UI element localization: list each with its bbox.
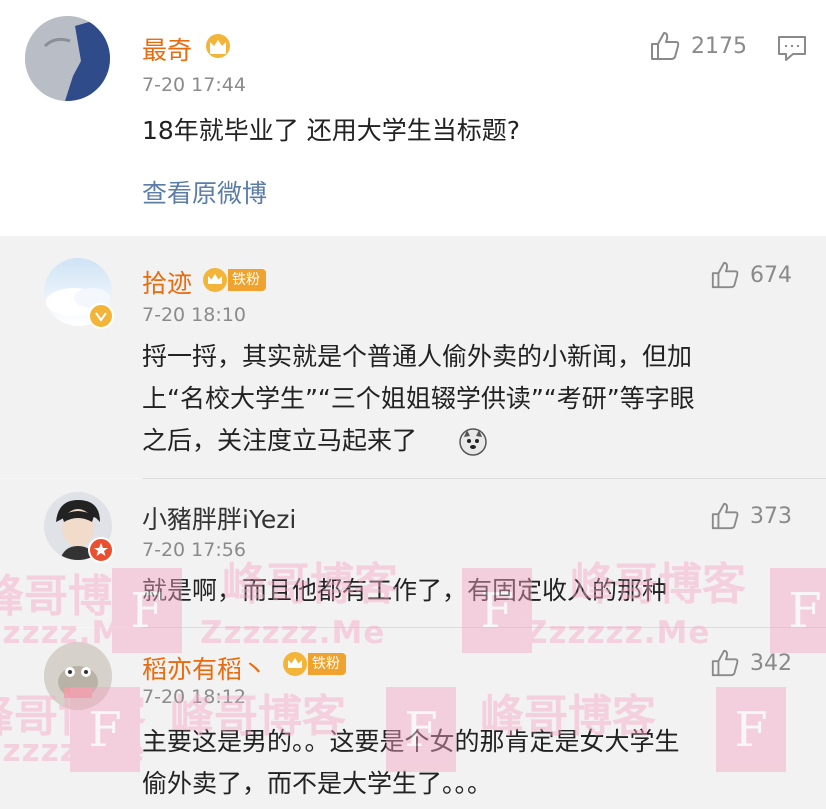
like-count: 342 <box>750 650 792 676</box>
reply-text-line: 主要这是男的。。这要是个女的那肯定是女大学生 <box>142 727 680 756</box>
reply-time: 7-20 17:56 <box>142 539 246 561</box>
like-button[interactable]: 373 <box>710 501 792 531</box>
like-count: 674 <box>750 262 792 288</box>
avatar[interactable] <box>25 16 110 101</box>
reply-text-line: 上“名校大学生”“三个姐姐辍学供读”“考研”等字眼 <box>142 384 695 413</box>
view-original-link[interactable]: 查看原微博 <box>142 173 267 214</box>
username[interactable]: 拾迹 <box>142 264 192 300</box>
verified-badge-icon <box>88 303 114 329</box>
vip-crown-icon <box>283 652 307 676</box>
thumbs-up-icon <box>711 649 739 677</box>
like-button[interactable]: 342 <box>710 648 792 678</box>
username[interactable]: 最奇 <box>142 31 192 67</box>
username[interactable]: 小豬胖胖iYezi <box>142 500 296 536</box>
comment-text: 18年就毕业了 还用大学生当标题? <box>142 116 521 145</box>
reply-text-line: 捋一捋，其实就是个普通人偷外卖的小新闻，但加 <box>142 342 693 371</box>
like-button[interactable]: 674 <box>710 260 792 290</box>
vip-crown-icon <box>203 268 227 292</box>
comment-icon[interactable] <box>777 34 807 62</box>
reply-time: 7-20 18:12 <box>142 686 246 708</box>
vip-crown-icon <box>206 34 230 58</box>
reply-item: 稻亦有稻丶 铁粉 7-20 18:12 342 主要这是男的。。这要是个女的那肯… <box>0 628 826 809</box>
fan-badge-label: 铁粉 <box>308 653 346 675</box>
thumbs-up-icon <box>711 261 739 289</box>
reply-text-line: 之后，关注度立马起来了 <box>142 426 418 455</box>
reply-item: 拾迹 铁粉 7-20 18:10 674 捋一捋，其实就是个普通人偷外卖的小新闻… <box>0 236 826 478</box>
reply-text-line: 就是啊，而且他都有工作了，有固定收入的那种 <box>142 576 668 605</box>
fan-badge-label: 铁粉 <box>228 269 266 291</box>
like-button[interactable]: 2175 <box>649 30 747 62</box>
thumbs-up-icon <box>711 502 739 530</box>
like-count: 373 <box>750 503 792 529</box>
main-comment: 最奇 7-20 17:44 2175 18年就毕业了 还用大学生当标题? 查看原… <box>0 0 826 236</box>
husky-emoji-icon <box>459 428 487 456</box>
reply-time: 7-20 18:10 <box>142 304 246 326</box>
username[interactable]: 稻亦有稻丶 <box>142 650 267 686</box>
reply-text-line: 偷外卖了，而不是大学生了。。。 <box>142 769 493 798</box>
thumbs-up-icon <box>651 32 680 60</box>
avatar[interactable] <box>44 642 112 710</box>
reply-item: 小豬胖胖iYezi 7-20 17:56 373 就是啊，而且他都有工作了，有固… <box>0 479 826 627</box>
like-count: 2175 <box>691 33 747 59</box>
fan-badge: 铁粉 <box>202 267 266 293</box>
comment-time: 7-20 17:44 <box>142 74 246 96</box>
verified-badge-icon <box>88 537 114 563</box>
fan-badge: 铁粉 <box>282 651 346 677</box>
